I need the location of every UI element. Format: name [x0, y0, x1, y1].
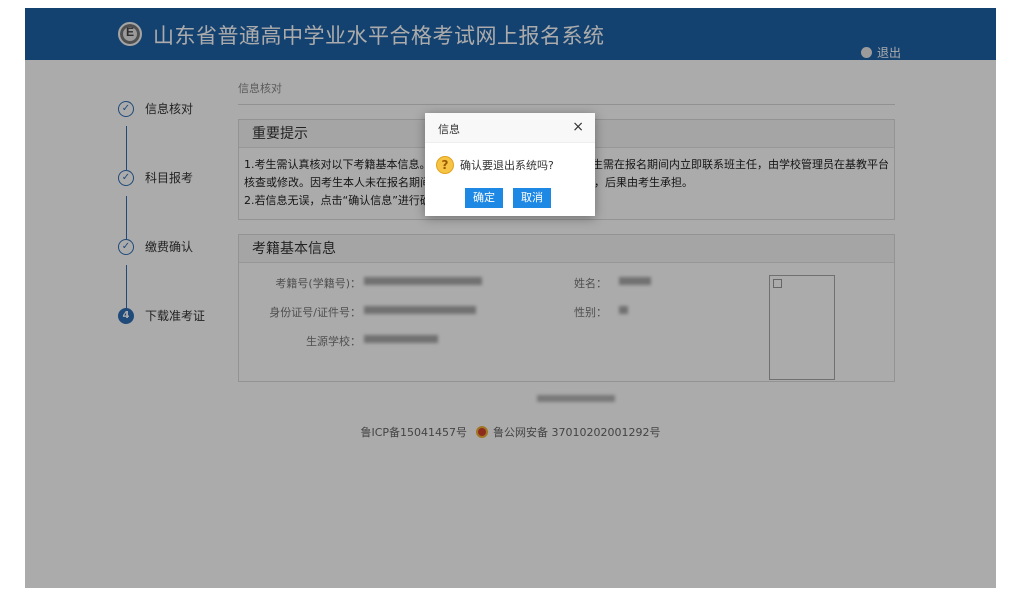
dialog-title: 信息	[438, 123, 460, 136]
dialog-buttons: 确定 取消	[465, 188, 561, 208]
confirm-dialog: 信息 × ? 确认要退出系统吗? 确定 取消	[425, 113, 595, 216]
dialog-body: ? 确认要退出系统吗?	[436, 156, 554, 174]
dialog-message: 确认要退出系统吗?	[460, 159, 554, 172]
question-icon: ?	[436, 156, 454, 174]
confirm-button[interactable]: 确定	[465, 188, 503, 208]
cancel-button[interactable]: 取消	[513, 188, 551, 208]
dialog-header: 信息 ×	[425, 113, 595, 143]
app-window: 山东省普通高中学业水平合格考试网上报名系统 退出 ✓ 信息核对 ✓ 科目报考 ✓…	[25, 8, 996, 588]
close-icon[interactable]: ×	[572, 119, 584, 135]
modal-overlay[interactable]	[25, 8, 996, 588]
